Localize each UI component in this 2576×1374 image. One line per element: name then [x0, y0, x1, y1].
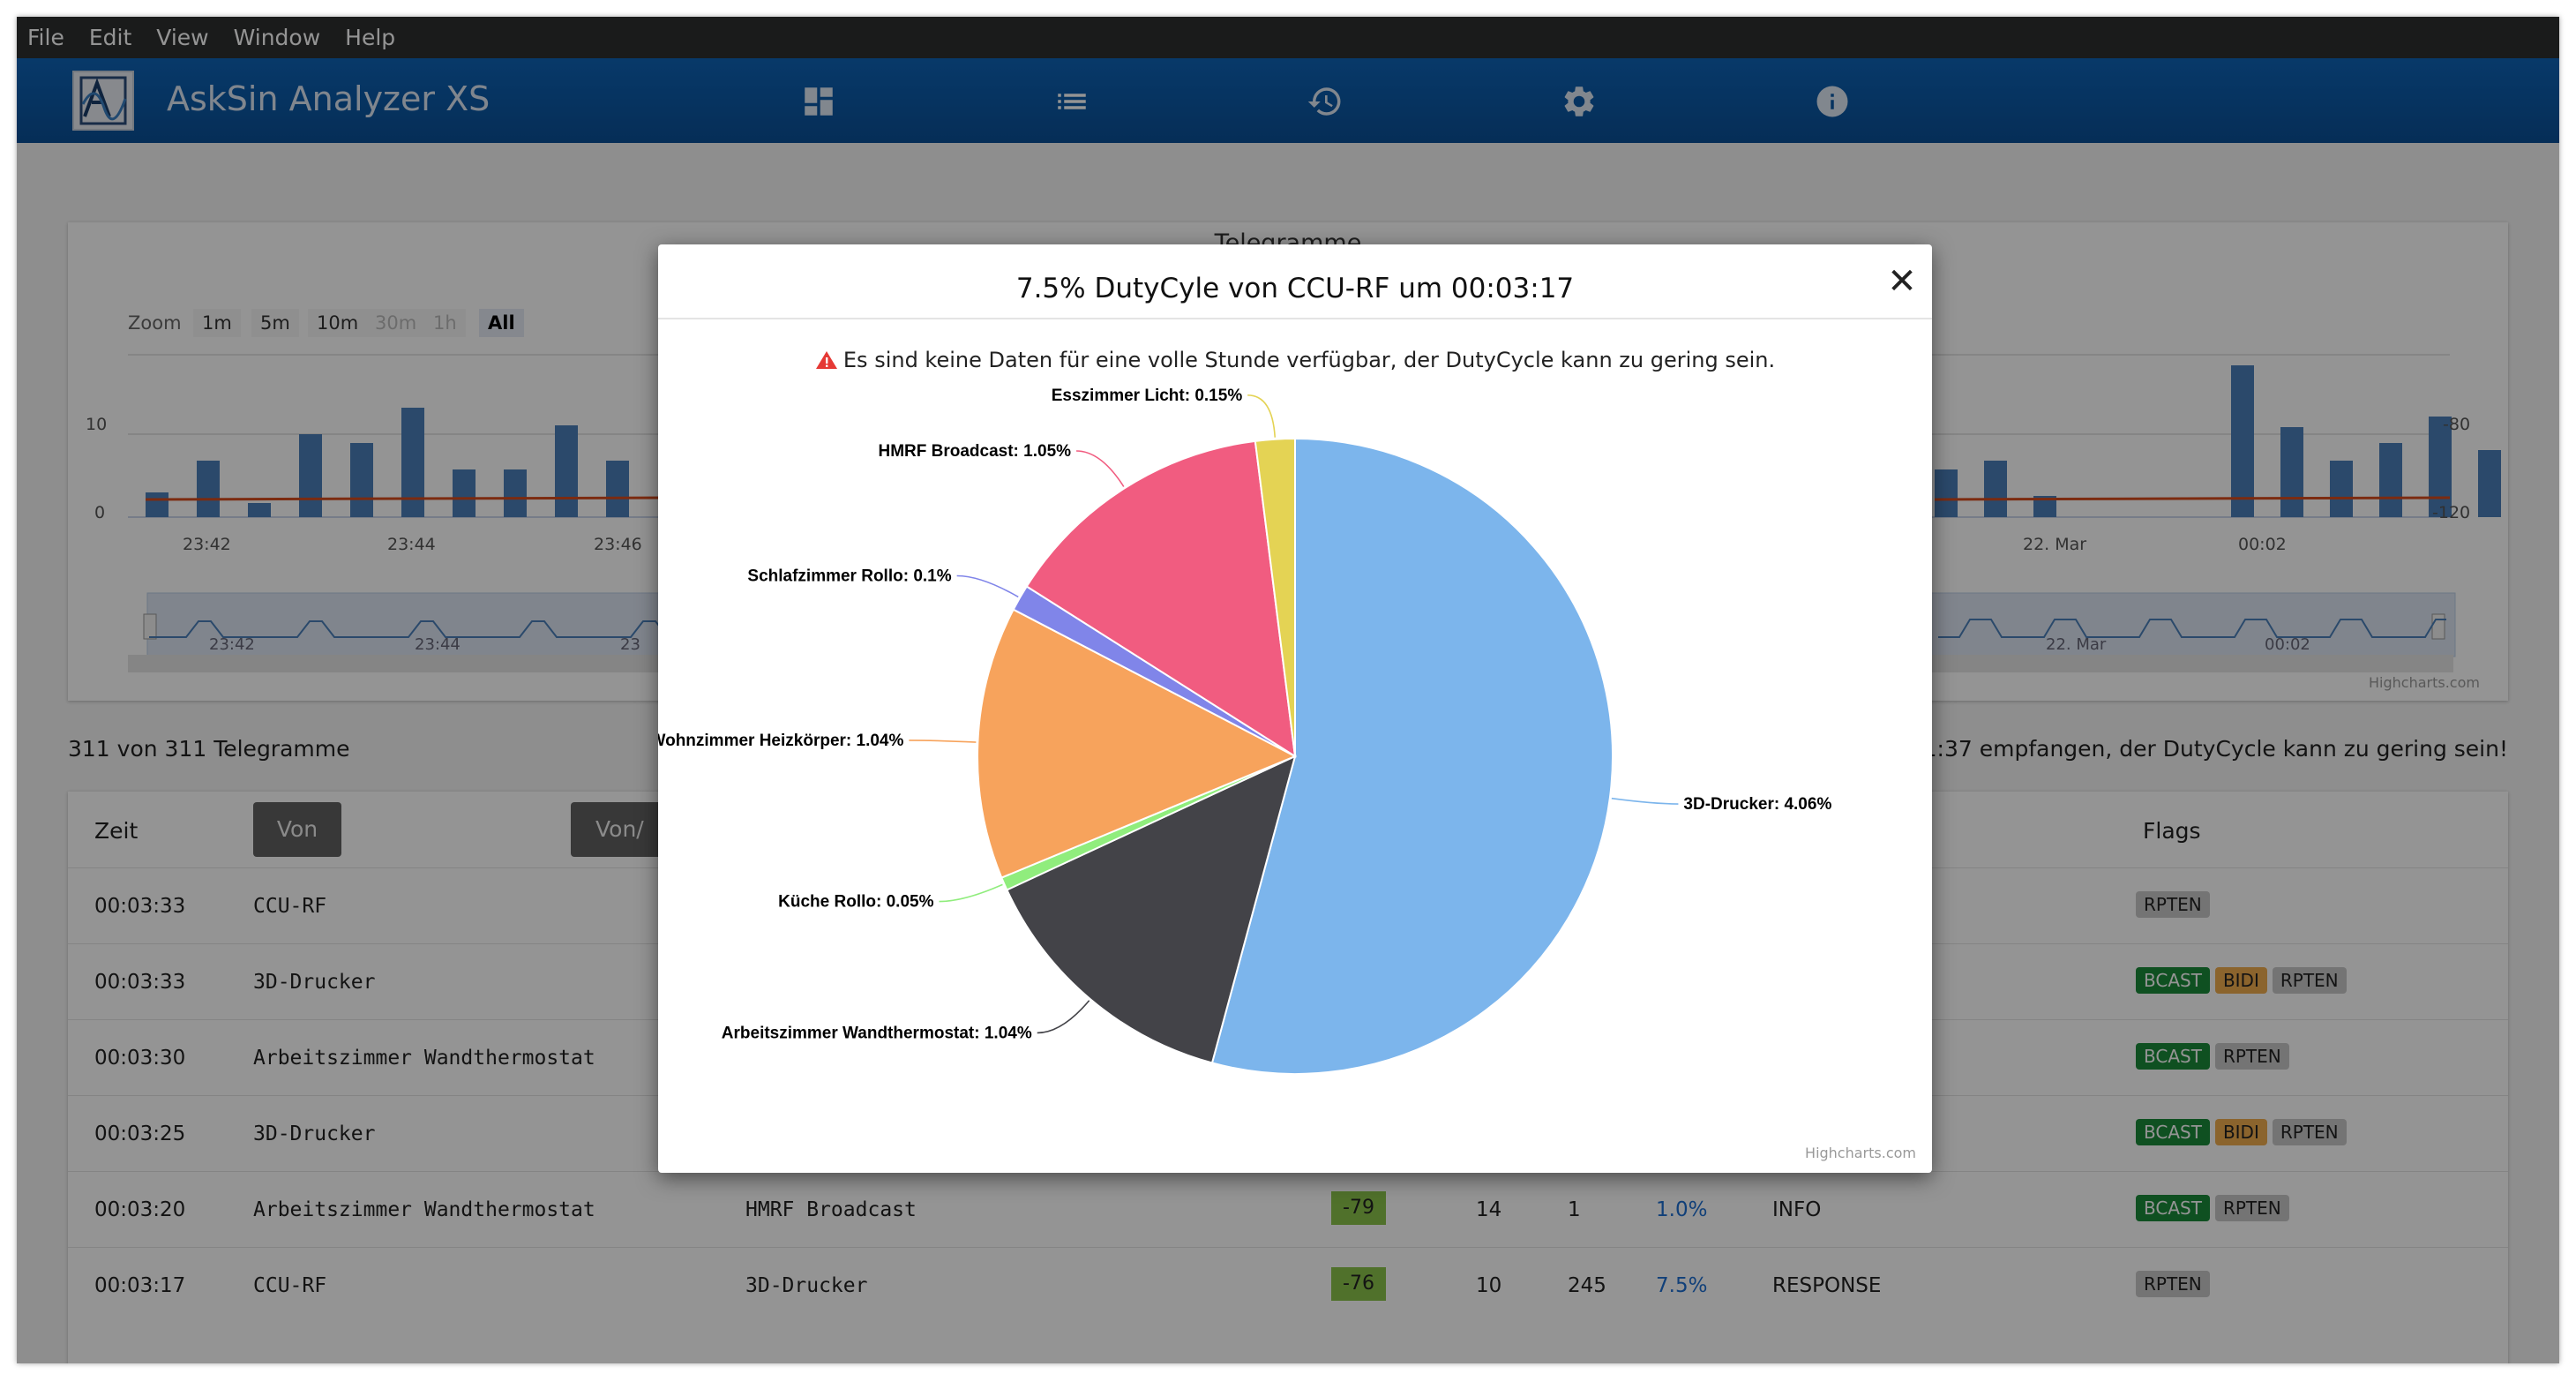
pie-connector — [1611, 797, 1679, 805]
modal-warning-text: Es sind keine Daten für eine volle Stund… — [842, 348, 1776, 372]
pie-connector — [956, 574, 1019, 598]
pie-connector — [909, 740, 977, 743]
pie-connector — [1037, 1000, 1090, 1034]
app-window: File Edit View Window Help AskSin Analyz… — [17, 17, 2559, 1363]
modal-highcharts-credit[interactable]: Highcharts.com — [1805, 1145, 1916, 1161]
modal-divider — [658, 318, 1932, 319]
pie-label: Küche Rollo: 0.05% — [778, 893, 933, 912]
pie-label: 3D-Drucker: 4.06% — [1683, 795, 1831, 814]
dutycycle-modal: 7.5% DutyCyle von CCU-RF um 00:03:17 ✕ E… — [658, 244, 1932, 1173]
pie-connector — [1247, 394, 1277, 438]
pie-label: Esszimmer Licht: 0.15% — [1052, 387, 1243, 405]
pie-label: HMRF Broadcast: 1.05% — [878, 442, 1071, 461]
dutycycle-pie-chart: 3D-Drucker: 4.06% Arbeitszimmer Wandtherm… — [658, 387, 1831, 1075]
pie-connector — [939, 883, 1003, 903]
warning-icon — [815, 351, 837, 369]
close-icon[interactable]: ✕ — [1884, 264, 1920, 299]
pie-connector — [1076, 450, 1125, 487]
modal-title: 7.5% DutyCyle von CCU-RF um 00:03:17 — [1015, 273, 1575, 304]
pie-label: Wohnzimmer Heizkörper: 1.04% — [658, 732, 903, 750]
modal-warning: Es sind keine Daten für eine volle Stund… — [658, 348, 1932, 372]
pie-label: Arbeitszimmer Wandthermostat: 1.04% — [722, 1024, 1032, 1042]
pie-label: Schlafzimmer Rollo: 0.1% — [747, 567, 951, 585]
